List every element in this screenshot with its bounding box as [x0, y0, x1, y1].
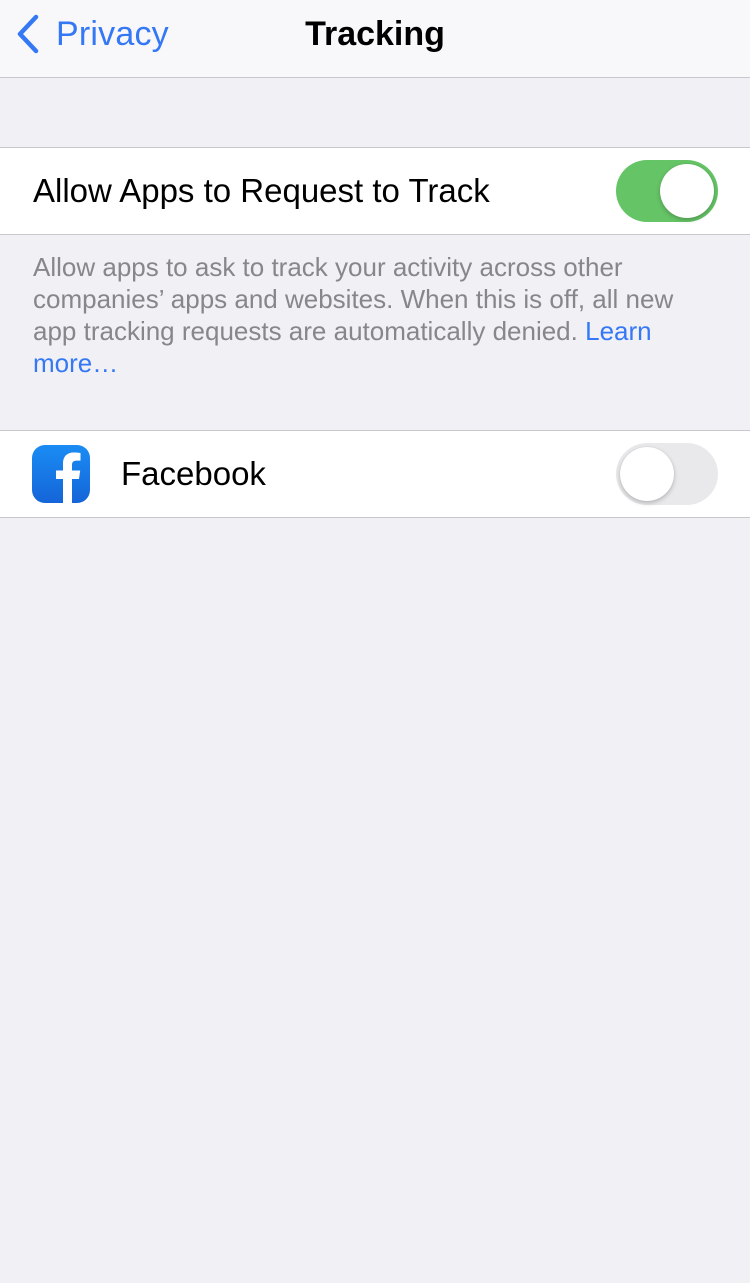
footer-description: Allow apps to ask to track your activity… — [33, 252, 674, 346]
allow-tracking-toggle[interactable] — [616, 160, 718, 222]
allow-tracking-label: Allow Apps to Request to Track — [33, 172, 490, 209]
facebook-tracking-toggle[interactable] — [616, 443, 718, 505]
page-title: Tracking — [305, 15, 445, 53]
allow-tracking-group: Allow Apps to Request to Track — [0, 147, 750, 235]
allow-tracking-footer: Allow apps to ask to track your activity… — [33, 251, 723, 379]
app-name-facebook: Facebook — [121, 455, 266, 492]
navigation-bar: Privacy Tracking — [0, 0, 750, 78]
facebook-icon — [32, 445, 90, 503]
toggle-knob — [660, 164, 714, 218]
app-list-group: Facebook — [0, 430, 750, 518]
toggle-knob — [620, 447, 674, 501]
